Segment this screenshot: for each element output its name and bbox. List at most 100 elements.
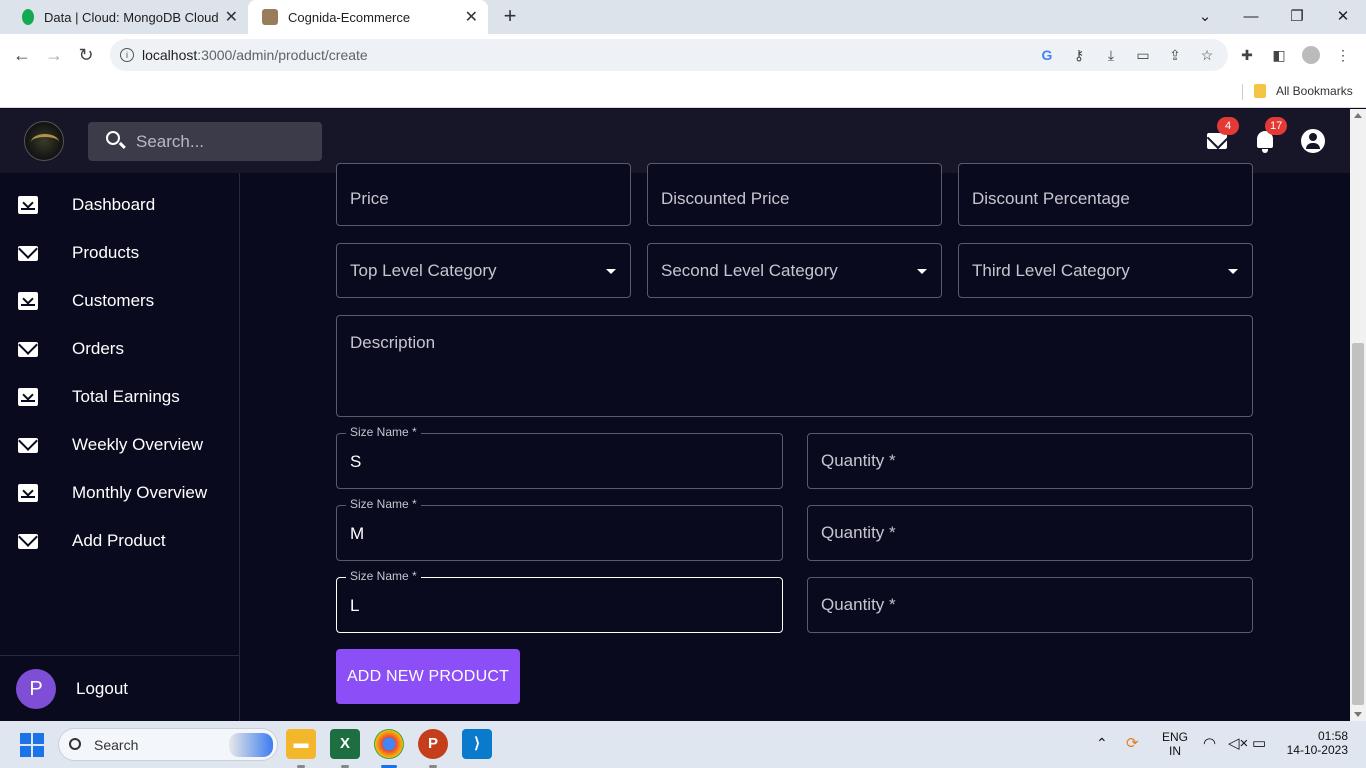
language-indicator[interactable]: ENG IN [1162, 730, 1188, 758]
inbox-icon [18, 484, 38, 502]
sidebar-item-label: Customers [72, 291, 155, 310]
share-icon[interactable]: ⇪ [1166, 46, 1184, 64]
third-level-category-select[interactable]: Third Level Category [958, 243, 1253, 298]
star-icon[interactable]: ☆ [1198, 46, 1216, 64]
tab-title: Cognida-Ecommerce [288, 9, 411, 25]
volume-muted-icon[interactable]: ◁× [1228, 734, 1248, 752]
folder-icon[interactable] [1254, 84, 1266, 98]
mail-icon [18, 341, 38, 357]
quantity-field-1[interactable]: Quantity * [807, 433, 1253, 489]
price-field[interactable]: Price [336, 163, 631, 226]
scroll-down-arrow-icon[interactable] [1354, 712, 1362, 717]
discount-percentage-field[interactable]: Discount Percentage [958, 163, 1253, 226]
tab-mongodb[interactable]: Data | Cloud: MongoDB Cloud ✕ [8, 0, 248, 34]
size-name-field-2[interactable]: Size Name * M [336, 497, 783, 561]
quantity-field-3[interactable]: Quantity * [807, 577, 1253, 633]
forward-arrow-icon[interactable]: → [42, 43, 66, 67]
sidebar-item-monthly-overview[interactable]: Monthly Overview [0, 469, 239, 517]
url-bar[interactable]: i localhost:3000/admin/product/create G … [110, 39, 1228, 71]
close-icon[interactable]: ✕ [225, 7, 238, 27]
wifi-icon[interactable]: ◠ [1203, 734, 1216, 752]
google-icon[interactable]: G [1038, 46, 1056, 64]
scroll-up-arrow-icon[interactable] [1354, 113, 1362, 118]
sidebar-item-label: Add Product [72, 531, 166, 550]
add-new-product-button[interactable]: ADD NEW PRODUCT [336, 649, 520, 704]
size-name-field-3[interactable]: Size Name * L [336, 569, 783, 633]
mail-count-badge: 4 [1217, 117, 1239, 135]
close-icon[interactable]: ✕ [465, 7, 478, 27]
minimize-icon[interactable]: — [1228, 0, 1274, 34]
sidebar-item-label: Total Earnings [72, 387, 180, 406]
discounted-price-field[interactable]: Discounted Price [647, 163, 942, 226]
all-bookmarks-link[interactable]: All Bookmarks [1276, 84, 1353, 98]
notification-count-badge: 17 [1265, 117, 1288, 135]
scrollbar-thumb[interactable] [1352, 343, 1364, 705]
sidebar-item-label: Dashboard [72, 195, 156, 214]
sidebar-item-products[interactable]: Products [0, 229, 239, 277]
sidebar-item-dashboard[interactable]: Dashboard [0, 181, 239, 229]
sidebar-item-customers[interactable]: Customers [0, 277, 239, 325]
sidebar-item-label: Weekly Overview [72, 435, 203, 454]
app-viewport: 4 17 Dashboard Products Customers Orders [0, 109, 1366, 721]
chrome-icon[interactable] [374, 729, 404, 759]
sidebar-item-orders[interactable]: Orders [0, 325, 239, 373]
sync-icon[interactable]: ⟳ [1126, 734, 1139, 752]
account-button[interactable] [1301, 129, 1325, 153]
reload-icon[interactable]: ↻ [74, 43, 98, 67]
window-close-icon[interactable]: ✕ [1320, 0, 1366, 34]
restore-icon[interactable]: ❐ [1274, 0, 1320, 34]
windows-start-icon[interactable] [20, 733, 44, 757]
tab-search-chevron-icon[interactable]: ⌄ [1182, 0, 1228, 34]
eagle-logo[interactable] [24, 121, 64, 161]
inbox-icon [18, 292, 38, 310]
quantity-field-2[interactable]: Quantity * [807, 505, 1253, 561]
powerpoint-icon[interactable]: P [418, 729, 448, 759]
browser-tab-bar: Data | Cloud: MongoDB Cloud ✕ Cognida-Ec… [0, 0, 1366, 34]
vscode-icon[interactable]: ⟩ [462, 729, 492, 759]
new-tab-icon[interactable]: + [498, 4, 522, 28]
notifications-button[interactable]: 17 [1253, 117, 1288, 153]
second-level-category-select[interactable]: Second Level Category [647, 243, 942, 298]
size-name-field-1[interactable]: Size Name * S [336, 425, 783, 489]
menu-kebab-icon[interactable]: ⋮ [1334, 46, 1352, 64]
inbox-icon [18, 388, 38, 406]
key-icon[interactable]: ⚷ [1070, 46, 1088, 64]
sidebar-item-label: Products [72, 243, 140, 262]
sidebar-item-weekly-overview[interactable]: Weekly Overview [0, 421, 239, 469]
logout-button[interactable]: P Logout [0, 655, 239, 721]
mail-icon [18, 437, 38, 453]
search-input[interactable] [136, 122, 316, 161]
back-arrow-icon[interactable]: ← [10, 43, 34, 67]
file-explorer-icon[interactable]: ▬ [286, 729, 316, 759]
sidebar-item-add-product[interactable]: Add Product [0, 517, 239, 565]
taskbar-search[interactable]: Search [58, 728, 278, 761]
mail-button[interactable]: 4 [1205, 117, 1239, 153]
product-form: Price Discounted Price Discount Percenta… [240, 163, 1350, 721]
mail-icon [18, 533, 38, 549]
excel-icon[interactable]: X [330, 729, 360, 759]
profile-icon[interactable] [1302, 46, 1320, 64]
account-circle-icon [1301, 129, 1325, 153]
sidebar-item-label: Monthly Overview [72, 483, 208, 502]
description-field[interactable]: Description [336, 315, 1253, 417]
tab-title: Data | Cloud: MongoDB Cloud [44, 9, 219, 25]
extensions-icon[interactable]: ✚ [1238, 46, 1256, 64]
clock[interactable]: 01:58 14-10-2023 [1286, 729, 1348, 757]
page-scrollbar[interactable] [1350, 109, 1366, 721]
sidebar-item-total-earnings[interactable]: Total Earnings [0, 373, 239, 421]
site-info-icon[interactable]: i [120, 48, 134, 62]
mail-icon [18, 245, 38, 261]
search-icon [106, 131, 120, 145]
chevron-up-icon[interactable]: ⌃ [1096, 735, 1108, 752]
install-icon[interactable]: ⤓ [1102, 46, 1120, 64]
tab-cognida[interactable]: Cognida-Ecommerce ✕ [248, 0, 488, 34]
windows-taskbar: Search ▬ X P ⟩ ⌃ ⟳ ENG IN ◠ ◁× ▭ 01:58 1… [0, 721, 1366, 768]
avatar: P [16, 668, 56, 709]
top-level-category-select[interactable]: Top Level Category [336, 243, 631, 298]
url-text: localhost:3000/admin/product/create [142, 47, 368, 63]
side-panel-icon[interactable]: ◧ [1270, 46, 1288, 64]
card-icon[interactable]: ▭ [1134, 46, 1152, 64]
battery-icon[interactable]: ▭ [1252, 734, 1266, 752]
logout-label: Logout [76, 678, 128, 698]
address-toolbar: ← → ↻ i localhost:3000/admin/product/cre… [0, 34, 1366, 76]
